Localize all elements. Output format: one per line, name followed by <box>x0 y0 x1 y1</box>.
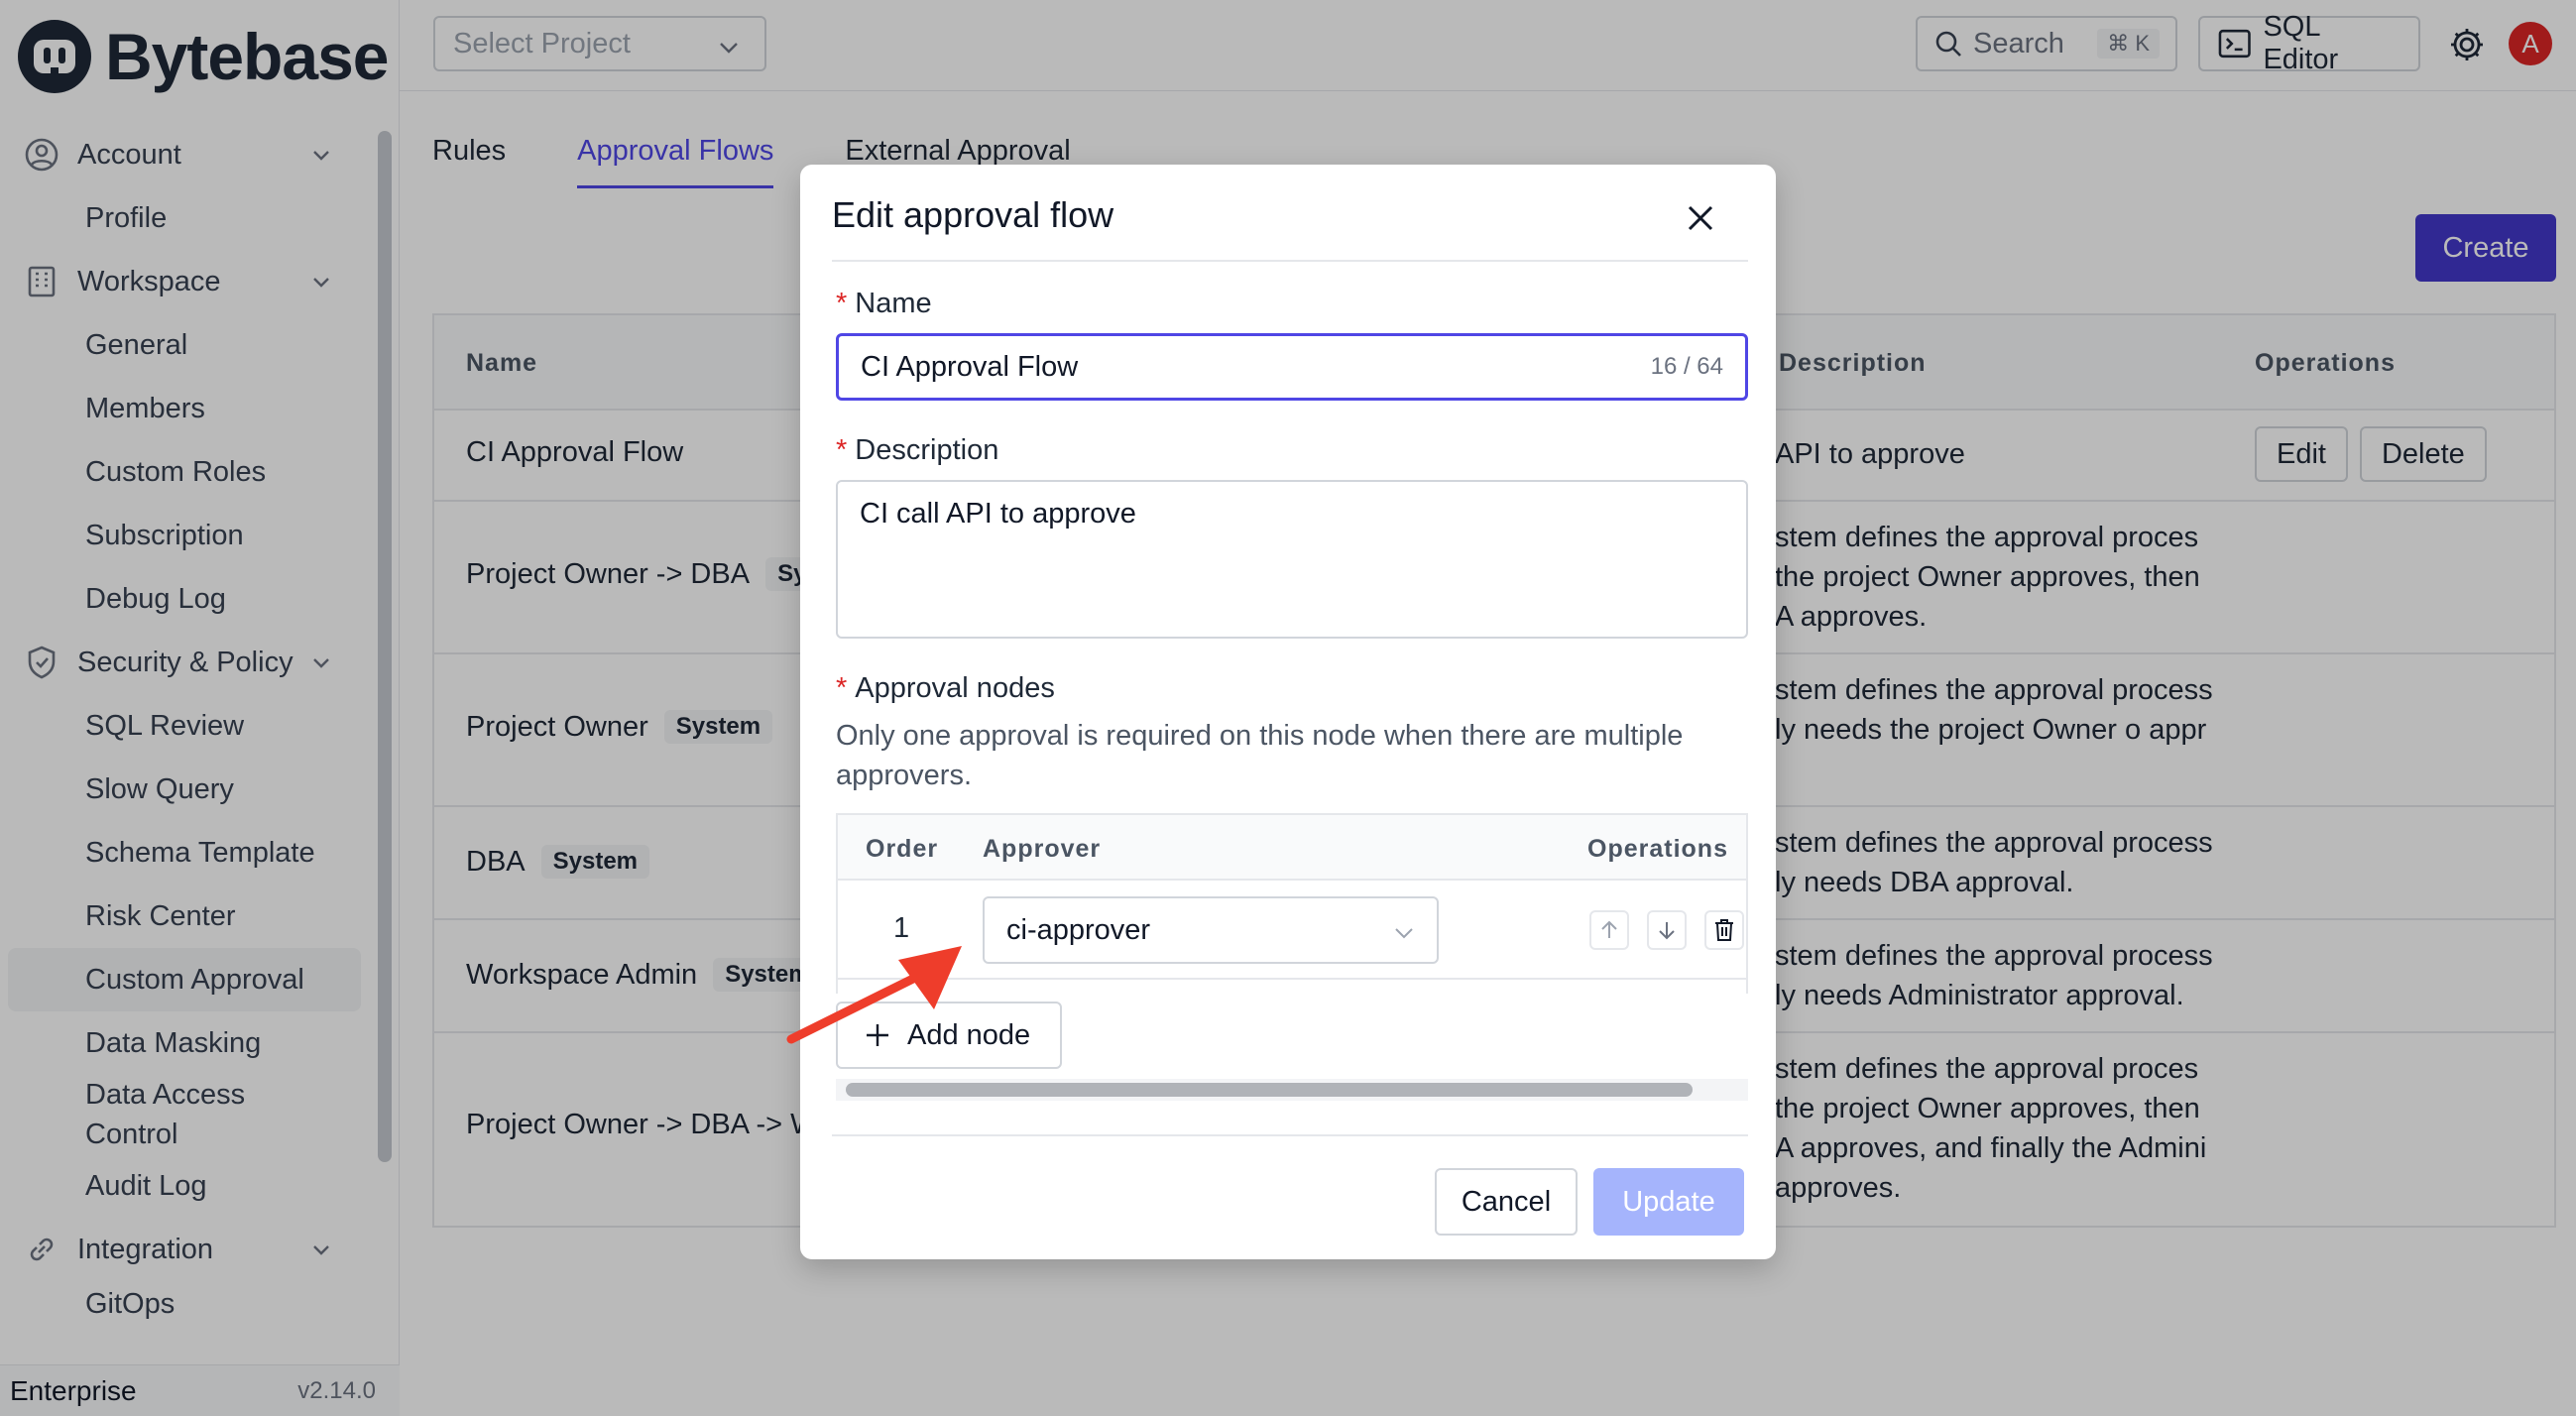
divider <box>832 260 1748 262</box>
move-down-button[interactable] <box>1647 910 1687 950</box>
name-input-value: CI Approval Flow <box>861 350 1079 383</box>
chevron-down-icon <box>1395 928 1413 939</box>
divider <box>832 1134 1748 1136</box>
approver-value: ci-approver <box>1006 913 1151 946</box>
approval-nodes-table: Order Approver Operations 1 ci-approver <box>836 813 1748 994</box>
approval-nodes-hint: Only one approval is required on this no… <box>836 720 1684 791</box>
name-char-count: 16 / 64 <box>1650 353 1723 380</box>
horizontal-scrollbar[interactable] <box>846 1083 1693 1097</box>
name-label: * Name <box>836 288 932 319</box>
trash-icon <box>1715 919 1733 941</box>
column-header-order: Order <box>866 835 939 863</box>
description-value: CI call API to approve <box>860 498 1136 530</box>
edit-approval-flow-dialog: Edit approval flow * Name CI Approval Flo… <box>800 165 1776 1259</box>
arrow-down-icon <box>1659 922 1675 940</box>
table-row: 1 ci-approver <box>838 881 1748 980</box>
cancel-button[interactable]: Cancel <box>1435 1168 1578 1236</box>
arrow-up-icon <box>1601 920 1617 938</box>
description-label: * Description <box>836 434 999 466</box>
description-textarea[interactable]: CI call API to approve <box>836 480 1748 639</box>
close-icon[interactable] <box>1683 200 1718 236</box>
name-input[interactable]: CI Approval Flow 16 / 64 <box>836 333 1748 401</box>
column-header-operations: Operations <box>1587 835 1728 863</box>
name-label-text: Name <box>855 288 932 319</box>
table-header: Order Approver Operations <box>838 815 1746 881</box>
dialog-title: Edit approval flow <box>832 194 1114 235</box>
column-header-approver: Approver <box>983 835 1102 863</box>
delete-node-button[interactable] <box>1704 910 1744 950</box>
annotation-arrow-icon <box>786 946 962 1044</box>
description-label-text: Description <box>855 434 999 466</box>
update-button[interactable]: Update <box>1593 1168 1744 1236</box>
approval-nodes-label: * Approval nodes <box>836 672 1055 704</box>
approver-select[interactable]: ci-approver <box>983 896 1439 964</box>
move-up-button[interactable] <box>1589 910 1629 950</box>
approval-nodes-label-text: Approval nodes <box>855 672 1055 704</box>
